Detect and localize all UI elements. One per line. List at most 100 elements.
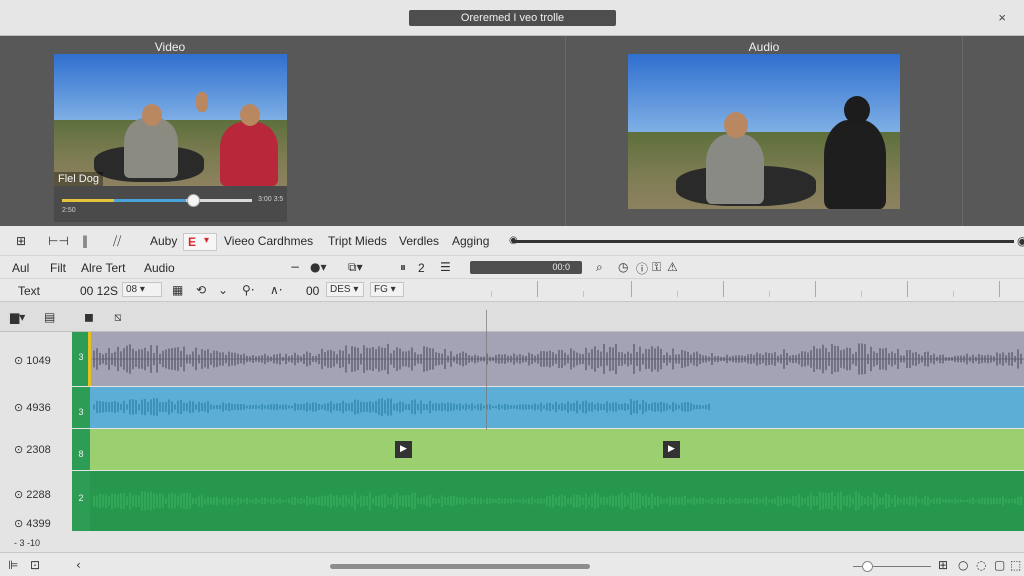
razor-icon[interactable]: ⧅ — [114, 310, 122, 325]
chevron-down-icon[interactable]: ⌄ — [218, 283, 228, 297]
track-lane-1[interactable]: 3 — [72, 332, 1024, 386]
chevron-left-icon[interactable]: ‹ — [76, 558, 81, 572]
playhead[interactable] — [486, 310, 487, 430]
ruler-tick — [999, 281, 1000, 297]
preview-divider — [962, 36, 963, 226]
status-bar: ⊫ ⊡ ‹ ⊞ ○ ◌ ▢ ⬚ — [0, 552, 1024, 576]
red-flag-dropdown[interactable]: E ▾ — [183, 233, 217, 251]
video-caption: Flel Dog — [54, 172, 103, 186]
preview-panel: Video Audio Flel Dog 2:50 3:00 3:5 — [0, 36, 1024, 226]
camera-icon[interactable]: ◼ — [84, 310, 94, 324]
zoom-knob[interactable] — [862, 561, 873, 572]
mute-icon[interactable]: ⧸⧸ — [113, 234, 121, 249]
audio-frame[interactable] — [628, 54, 900, 209]
track-lane-4[interactable]: 2 — [72, 471, 1024, 531]
close-icon[interactable]: × — [998, 10, 1006, 25]
window-title: Oreremed I veo trolle — [409, 10, 616, 26]
menu-alre-tert[interactable]: Alre Tert — [81, 261, 125, 275]
menu-auby[interactable]: Auby — [150, 234, 177, 248]
fps-value: 08 — [126, 284, 138, 295]
horizontal-scrollbar[interactable] — [330, 564, 590, 569]
info-icon[interactable]: ⓘ — [636, 260, 648, 277]
zoom-icon[interactable]: ⚲· — [242, 283, 255, 297]
slider-knob[interactable] — [187, 194, 200, 207]
pause-icon[interactable]: ⏸ — [400, 260, 406, 275]
snap-icon[interactable]: ▢ — [994, 558, 1005, 572]
width-icon[interactable]: ⊢⊣ — [48, 234, 69, 248]
track-label: ⊙ 4936 — [14, 402, 51, 414]
fullscreen-icon[interactable]: ⬚ — [1010, 558, 1021, 572]
menu-agging[interactable]: Agging — [452, 234, 489, 248]
lane-tab: 8 — [72, 429, 90, 470]
ruler-minor-tick — [953, 291, 954, 297]
menu-tript-mieds[interactable]: Tript Mieds — [328, 234, 387, 248]
folder-icon[interactable]: ▆▾ — [10, 310, 25, 324]
ruler-minor-tick — [491, 291, 492, 297]
des-select[interactable]: DES ▾ — [326, 282, 364, 297]
fps-select[interactable]: 08 ▾ — [122, 282, 162, 297]
end-marker-icon: ◉ — [1017, 234, 1024, 248]
track-add-icon[interactable]: ⊫ — [8, 558, 18, 572]
menu-verdles[interactable]: Verdles — [399, 234, 439, 248]
menu-video-channels[interactable]: Vieeo Cardhmes — [224, 234, 313, 248]
lock-icon[interactable]: ⚿ — [652, 260, 661, 275]
settings-icon[interactable]: ⊡ — [30, 558, 40, 572]
chevron-down-icon: ▾ — [204, 235, 210, 246]
track-lane-2[interactable]: 3 — [72, 387, 1024, 428]
layers-icon[interactable]: ⧉▾ — [348, 260, 363, 275]
track-label: ⊙ 4399 — [14, 518, 51, 530]
grid-icon[interactable]: ⊞ — [16, 234, 26, 248]
record-icon[interactable]: ○ — [958, 558, 968, 572]
video-frame[interactable] — [54, 54, 287, 186]
apple-icon[interactable]: ●▾ — [310, 260, 327, 274]
fit-icon[interactable]: ⊞ — [938, 558, 948, 572]
fg-select[interactable]: FG ▾ — [370, 282, 404, 297]
audio-waveform — [93, 398, 710, 416]
slider-fill-played — [62, 199, 114, 202]
timeline-tracks: ⊙ 1049 ⊙ 4936 ⊙ 2308 ⊙ 2288 ⊙ 4399 - 3 -… — [0, 332, 1024, 552]
ruler-minor-tick — [583, 291, 584, 297]
helmet — [844, 96, 870, 124]
person-head — [724, 112, 748, 138]
ruler-tick — [907, 281, 908, 297]
minus-icon[interactable]: − — [290, 260, 300, 274]
timecode: 00 12S — [80, 284, 119, 298]
video-player-controls: 2:50 3:00 3:5 — [54, 186, 287, 222]
menu-filt[interactable]: Filt — [50, 261, 66, 275]
track-name: 1049 — [26, 355, 51, 367]
calendar-icon[interactable]: ▦ — [172, 283, 183, 297]
fg-value: FG — [374, 284, 388, 295]
list-icon[interactable]: ▤ — [44, 310, 55, 324]
scale-label: - 3 -10 — [14, 538, 41, 548]
search-icon[interactable]: ⌕ — [596, 260, 603, 275]
track-lane-3[interactable]: 8 ▶ ▶ — [72, 429, 1024, 470]
track-label: ⊙ 1049 — [14, 355, 51, 367]
play-icon[interactable]: ▶ — [395, 441, 412, 458]
ruler-minor-tick — [769, 291, 770, 297]
master-timeline-bar[interactable] — [512, 240, 1014, 243]
clip-marker — [88, 332, 91, 386]
track-name: 2288 — [26, 489, 51, 501]
red-flag-icon: E — [188, 235, 197, 249]
time-ruler[interactable] — [445, 281, 1020, 299]
refresh-icon[interactable]: ⟲ — [196, 283, 206, 297]
loop-icon[interactable]: ◌ — [976, 558, 986, 572]
play-icon[interactable]: ▶ — [663, 441, 680, 458]
playback-slider[interactable] — [62, 194, 252, 207]
audio-preview-label: Audio — [748, 40, 780, 54]
audio-waveform — [93, 491, 1022, 511]
ruler-tick — [631, 281, 632, 297]
track-name: 2308 — [26, 444, 51, 456]
audio-waveform — [92, 343, 1024, 375]
warning-icon[interactable]: ⚠ — [667, 260, 678, 274]
menu-audio[interactable]: Audio — [144, 261, 175, 275]
ruler-tick — [537, 281, 538, 297]
split-icon[interactable]: ‖ — [82, 234, 88, 248]
clock-icon[interactable]: ◷ — [618, 260, 628, 274]
list-icon[interactable]: ☰ — [440, 260, 451, 274]
marker-icon[interactable]: ∧· — [270, 283, 283, 297]
person-head — [240, 104, 260, 126]
person-waving — [220, 122, 278, 186]
preview-divider — [565, 36, 566, 226]
menu-aul[interactable]: Aul — [12, 261, 29, 275]
